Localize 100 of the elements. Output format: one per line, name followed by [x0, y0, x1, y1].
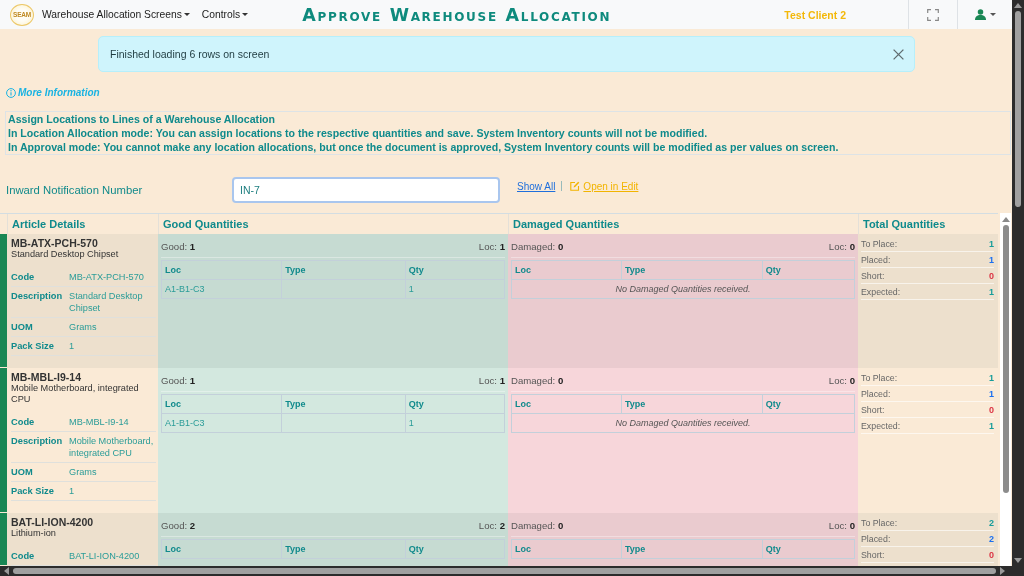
- caret-icon: [242, 13, 249, 16]
- detail-label: Description: [11, 435, 64, 448]
- detail-label: Code: [11, 416, 36, 428]
- inward-number-field[interactable]: IN-7: [232, 177, 500, 203]
- detail-label: Pack Size: [11, 340, 55, 352]
- table-header-cell: Loc: [161, 539, 282, 559]
- article-code: MB-ATX-PCH-570: [11, 237, 99, 249]
- edit-icon: [570, 181, 581, 191]
- detail-label: UOM: [11, 321, 34, 333]
- total-label: Placed:: [861, 533, 891, 545]
- total-label: Placed:: [861, 388, 891, 400]
- detail-label: Pack Size: [11, 485, 55, 497]
- scrollbar-thumb[interactable]: [13, 568, 996, 574]
- total-value: 1: [989, 420, 994, 432]
- close-button[interactable]: [893, 48, 904, 60]
- article-name: Lithium-ion: [11, 528, 57, 539]
- instruction-text: In Location Allocation mode: You can assign locations to the respective quantities and save. System Inventory counts will not be modified.: [8, 126, 709, 140]
- detail-value: Grams: [69, 321, 98, 333]
- scroll-up-icon[interactable]: [1014, 3, 1022, 8]
- table-header-cell: Loc: [511, 539, 622, 559]
- info-icon: [6, 87, 16, 98]
- user-icon: [974, 9, 986, 20]
- table-header-cell: Qty: [405, 394, 505, 414]
- detail-label: Code: [11, 550, 36, 562]
- scrollbar-thumb[interactable]: [1002, 225, 1009, 493]
- table-cell: A1-B1-C3: [161, 279, 282, 299]
- scrollbar-track[interactable]: [1012, 0, 1024, 566]
- scroll-down-icon[interactable]: [1014, 558, 1022, 563]
- location-count: Loc: 0: [828, 519, 855, 532]
- total-value: 0: [989, 549, 994, 561]
- total-value: 2: [989, 533, 994, 545]
- caret-icon: [989, 13, 996, 16]
- fullscreen-icon: [927, 8, 939, 21]
- total-label: Short:: [861, 404, 885, 416]
- table-header-cell: Loc: [161, 394, 282, 414]
- table-header-cell: Qty: [762, 539, 855, 559]
- table-cell: A1-B1-C3: [161, 413, 282, 433]
- total-label: To Place:: [861, 238, 898, 250]
- table-header-cell: Qty: [762, 260, 855, 280]
- location-count: Loc: 1: [478, 240, 505, 253]
- quantity-count: Good: 1: [161, 374, 196, 387]
- article-name: Mobile Motherboard, integrated CPU: [11, 383, 140, 405]
- table-header-cell: Type: [621, 260, 763, 280]
- detail-value: MB-MBL-I9-14: [69, 416, 130, 428]
- scrollbar-track[interactable]: [0, 566, 1024, 576]
- scroll-right-icon[interactable]: [1000, 567, 1005, 575]
- detail-value: Mobile Motherboard, integrated CPU: [69, 435, 155, 459]
- quantity-count: Good: 1: [161, 240, 196, 253]
- table-header-cell: Type: [281, 539, 406, 559]
- close-icon: [893, 48, 904, 60]
- detail-label: Description: [11, 290, 64, 303]
- total-value: 2: [989, 517, 994, 529]
- article-name: Standard Desktop Chipset: [11, 249, 120, 260]
- nav-menu-item[interactable]: Controls: [201, 6, 249, 23]
- table-header-cell: Qty: [405, 260, 505, 280]
- table-header-cell: Type: [281, 260, 406, 280]
- total-label: Short:: [861, 270, 885, 282]
- client-name: Test Client 2: [784, 8, 846, 21]
- table-header-cell: Type: [621, 539, 763, 559]
- location-count: Loc: 0: [828, 374, 855, 387]
- scroll-up-icon[interactable]: [1001, 217, 1010, 222]
- location-count: Loc: 1: [478, 374, 505, 387]
- total-value: 1: [989, 388, 994, 400]
- scroll-left-icon[interactable]: [4, 567, 9, 575]
- quantity-count: Good: 2: [161, 519, 196, 532]
- article-code: MB-MBL-I9-14: [11, 371, 82, 383]
- total-value: 1: [989, 238, 994, 250]
- total-value: 1: [989, 286, 994, 298]
- location-count: Loc: 2: [478, 519, 505, 532]
- total-value: 1: [989, 254, 994, 266]
- total-label: To Place:: [861, 517, 898, 529]
- table-header-cell: Loc: [511, 394, 622, 414]
- total-label: Expected:: [861, 420, 901, 432]
- detail-value: BAT-LI-ION-4200: [69, 550, 141, 562]
- nav-menu-item[interactable]: Warehouse Allocation Screens: [42, 6, 190, 23]
- total-label: Short:: [861, 549, 885, 561]
- table-header-cell: Type: [621, 394, 763, 414]
- table-header-cell: Qty: [762, 394, 855, 414]
- detail-label: Code: [11, 271, 36, 283]
- field-label: Inward Notification Number: [6, 184, 144, 196]
- empty-message: No Damaged Quantities received.: [511, 413, 855, 433]
- scrollbar-thumb[interactable]: [1015, 11, 1021, 207]
- show-all-link[interactable]: Show All: [517, 180, 556, 192]
- detail-value: MB-ATX-PCH-570: [69, 271, 145, 283]
- total-value: 1: [989, 372, 994, 384]
- page-title: Approve Warehouse Allocation: [302, 3, 612, 26]
- quantity-count: Damaged: 0: [511, 374, 564, 387]
- quantity-count: Damaged: 0: [511, 240, 564, 253]
- alert-message: Finished loading 6 rows on screen: [110, 48, 270, 60]
- table-cell: 1: [405, 413, 505, 433]
- table-header-cell: Type: [281, 394, 406, 414]
- total-label: Expected:: [861, 286, 901, 298]
- table-cell: 1: [405, 279, 505, 299]
- article-code: BAT-LI-ION-4200: [11, 516, 95, 528]
- total-label: Placed:: [861, 254, 891, 266]
- scrollbar-track[interactable]: [1000, 213, 1011, 566]
- quantity-count: Damaged: 0: [511, 519, 564, 532]
- total-value: 0: [989, 404, 994, 416]
- detail-value: Standard Desktop Chipset: [69, 290, 144, 314]
- table-header-cell: Loc: [161, 260, 282, 280]
